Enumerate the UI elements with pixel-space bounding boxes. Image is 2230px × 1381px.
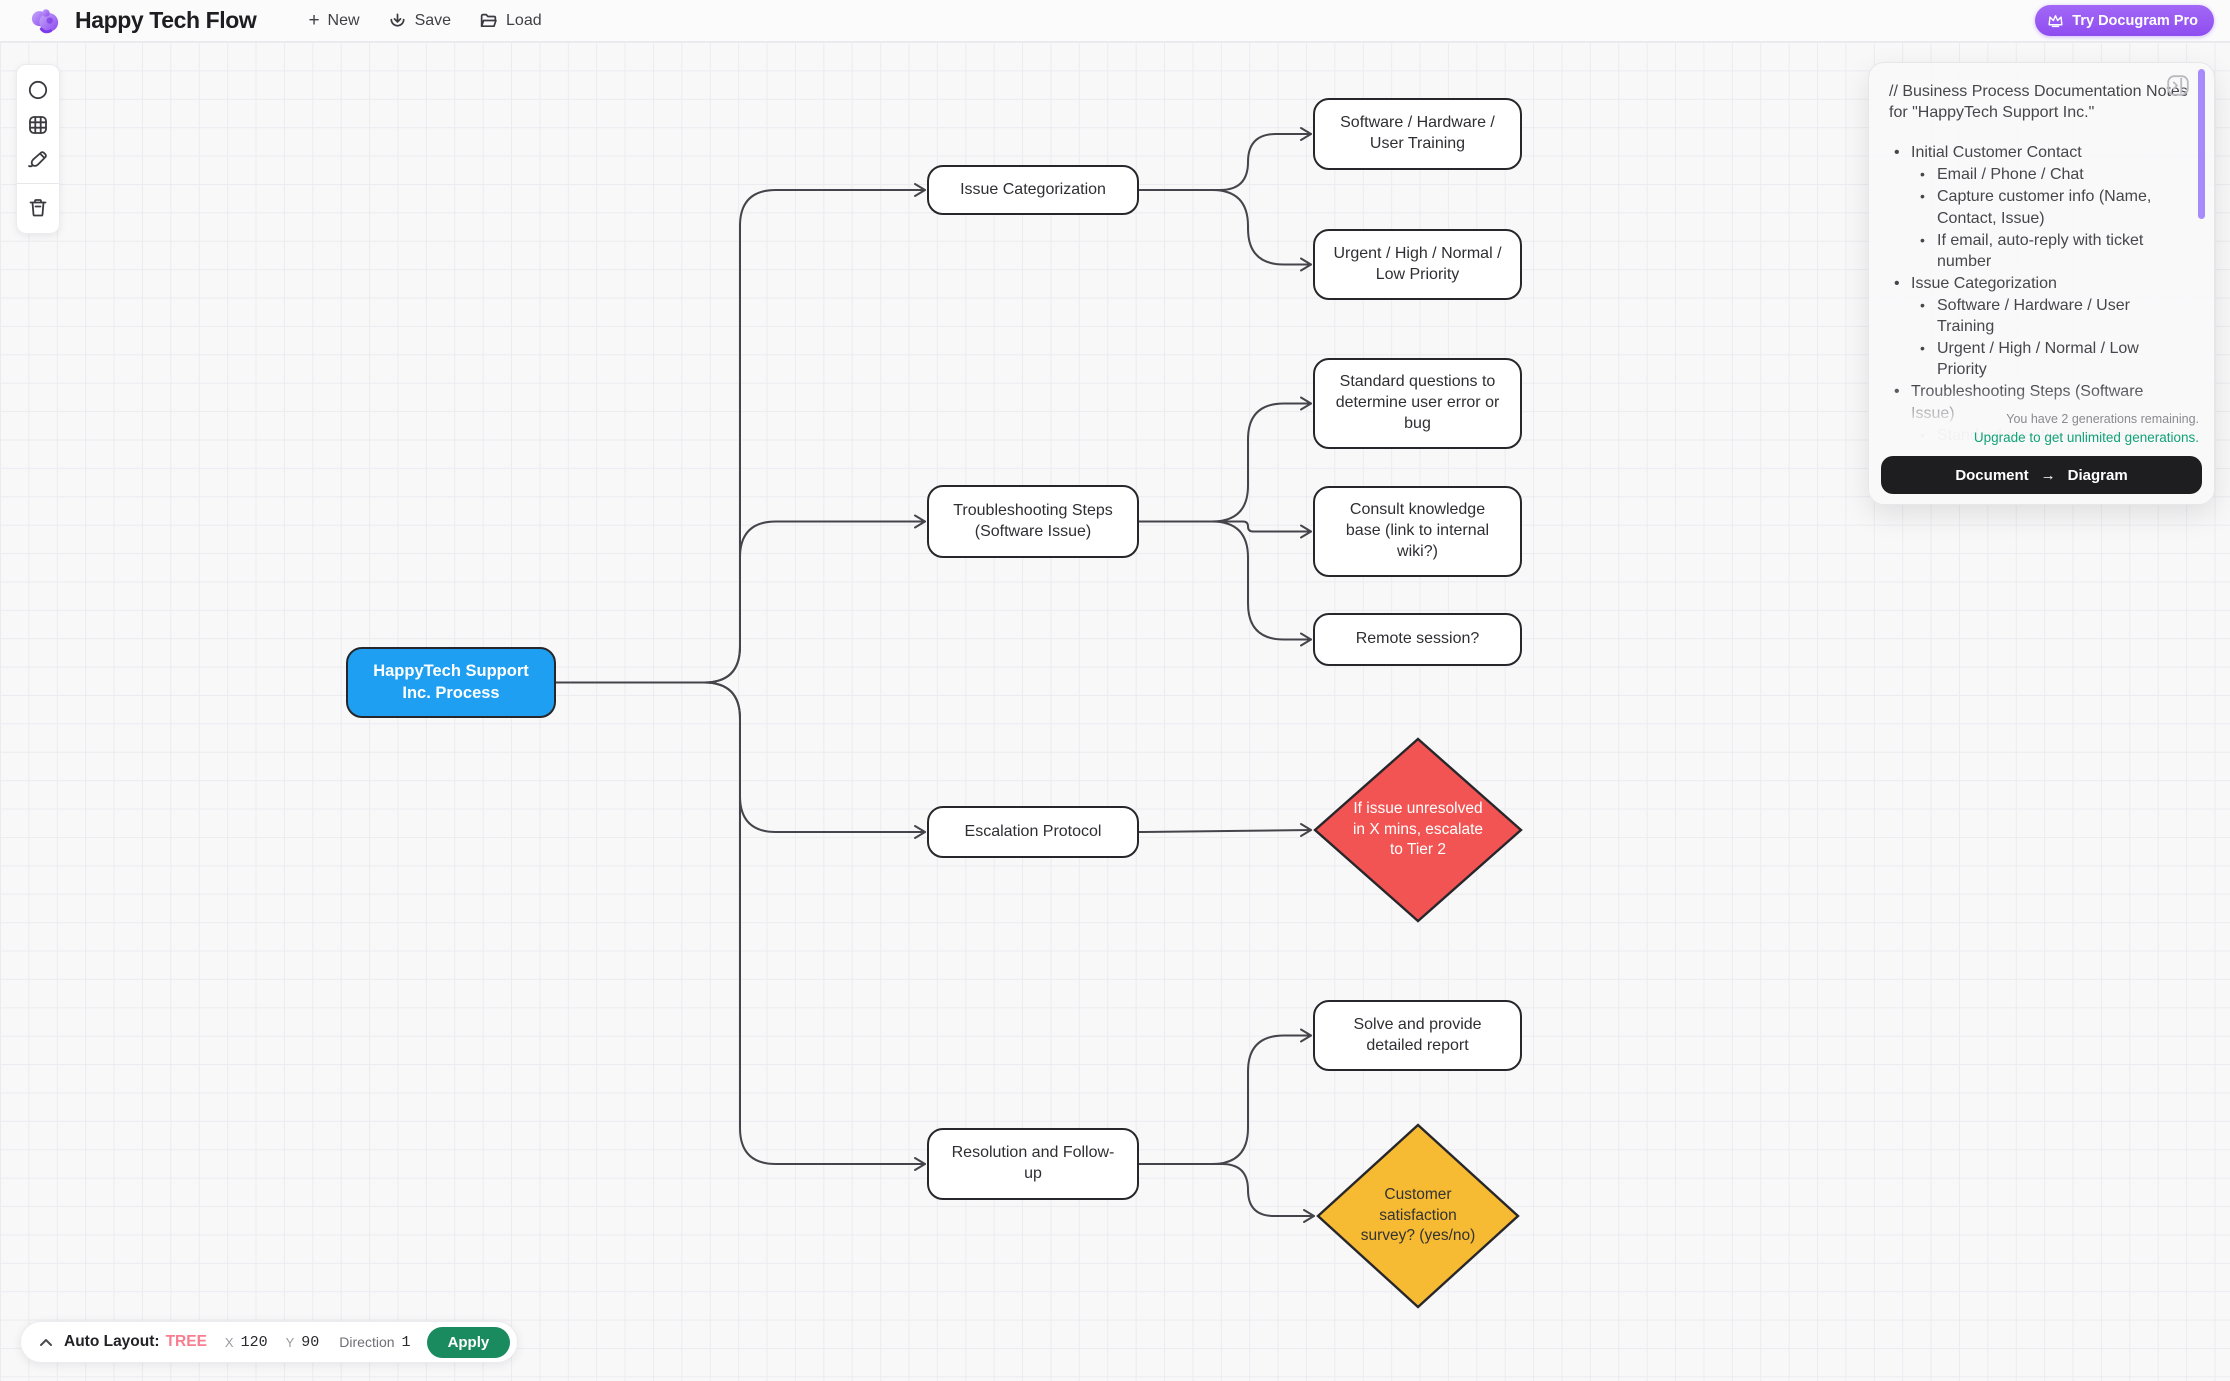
auto-layout-label: Auto Layout:: [64, 1333, 160, 1350]
plus-icon: +: [308, 10, 320, 31]
x-spacing-input[interactable]: 120: [241, 1334, 268, 1351]
notes-sub-bullet-item: • Capture customer info (Name, Contact, I…: [1889, 186, 2188, 228]
app-title: Happy Tech Flow: [75, 7, 257, 33]
app-header: Happy Tech Flow + New Save Load Try Docu…: [0, 0, 2230, 42]
try-pro-label: Try Docugram Pro: [2072, 12, 2198, 29]
notes-sub-bullet-item: • Urgent / High / Normal / Low Priority: [1889, 338, 2188, 380]
upgrade-link[interactable]: Upgrade to get unlimited generations.: [1881, 430, 2199, 445]
new-button[interactable]: + New: [308, 11, 359, 30]
convert-to-label: Diagram: [2067, 466, 2128, 484]
notes-panel: // Business Process Documentation Notes …: [1868, 62, 2215, 505]
node-remote-session[interactable]: Remote session?: [1313, 613, 1522, 666]
node-satisfaction-survey[interactable]: Customer satisfaction survey? (yes/no): [1316, 1123, 1520, 1309]
x-label: X: [224, 1334, 234, 1350]
node-resolution[interactable]: Resolution and Follow-up: [927, 1128, 1139, 1200]
direction-input[interactable]: 1: [402, 1334, 411, 1351]
node-consult-kb[interactable]: Consult knowledge base (link to internal…: [1313, 486, 1522, 577]
grid-icon: [29, 116, 47, 135]
notes-sub-bullet-item: • If email, auto-reply with ticket number: [1889, 230, 2188, 272]
y-spacing-input[interactable]: 90: [301, 1334, 319, 1351]
node-standard-questions[interactable]: Standard questions to determine user err…: [1313, 358, 1522, 449]
bullet-icon: •: [1894, 144, 1900, 162]
arrow-right-icon: →: [2040, 466, 2056, 484]
layout-mode-value[interactable]: TREE: [166, 1333, 207, 1351]
node-escalation[interactable]: Escalation Protocol: [927, 806, 1139, 858]
app-logo-icon: [31, 9, 59, 34]
bullet-icon: •: [1920, 231, 1925, 248]
node-issue-categorization[interactable]: Issue Categorization: [927, 165, 1139, 215]
notes-subitem-label: Urgent / High / Normal / Low Priority: [1937, 340, 2139, 379]
load-button[interactable]: Load: [479, 11, 542, 30]
bullet-icon: •: [1920, 188, 1925, 205]
node-label: If issue unresolved in X mins, escalate …: [1352, 799, 1484, 859]
collapse-panel-button[interactable]: [2167, 75, 2189, 96]
notes-item-label: Initial Customer Contact: [1911, 144, 2082, 162]
auto-layout-bar: Auto Layout: TREE X 120 Y 90 Direction 1…: [20, 1321, 519, 1363]
notes-subitem-label: Capture customer info (Name, Contact, Is…: [1937, 188, 2152, 227]
node-troubleshooting[interactable]: Troubleshooting Steps (Software Issue): [927, 485, 1139, 558]
trash-icon: [29, 198, 47, 217]
circle-icon: [28, 81, 48, 100]
crown-icon: [2048, 15, 2063, 28]
y-label: Y: [285, 1334, 295, 1350]
notes-item-label: Issue Categorization: [1911, 274, 2057, 292]
panel-footer: You have 2 generations remaining. Upgrad…: [1869, 386, 2214, 504]
new-button-label: New: [327, 11, 360, 29]
panel-scrollbar-thumb[interactable]: [2198, 69, 2205, 219]
bullet-icon: •: [1894, 274, 1900, 292]
bullet-icon: •: [1920, 166, 1925, 183]
notes-bullet-item: • Initial Customer Contact: [1889, 142, 2188, 163]
shape-toolbar: [16, 64, 60, 234]
generations-remaining-note: You have 2 generations remaining.: [2006, 412, 2199, 426]
node-solve-report[interactable]: Solve and provide detailed report: [1313, 1000, 1522, 1071]
collapse-layout-bar-button[interactable]: [37, 1338, 55, 1347]
convert-from-label: Document: [1955, 466, 2029, 484]
brush-icon: [28, 151, 47, 168]
notes-title: // Business Process Documentation Notes …: [1889, 83, 2188, 122]
node-root[interactable]: HappyTech Support Inc. Process: [346, 647, 556, 718]
notes-bullet-item: • Issue Categorization: [1889, 273, 2188, 294]
try-pro-button[interactable]: Try Docugram Pro: [2035, 5, 2214, 36]
save-icon: [390, 13, 405, 27]
save-button[interactable]: Save: [388, 11, 451, 30]
circle-tool-button[interactable]: [21, 75, 55, 106]
direction-label: Direction: [339, 1334, 395, 1350]
folder-icon: [480, 13, 497, 28]
notes-sub-bullet-item: • Email / Phone / Chat: [1889, 164, 2188, 185]
toolbar-divider: [17, 183, 59, 185]
chevron-up-icon: [40, 1338, 52, 1346]
node-label: Customer satisfaction survey? (yes/no): [1360, 1185, 1476, 1245]
notes-sub-bullet-item: • Software / Hardware / User Training: [1889, 295, 2188, 337]
bullet-icon: •: [1920, 296, 1925, 313]
grid-tool-button[interactable]: [21, 110, 55, 141]
apply-layout-button[interactable]: Apply: [426, 1326, 511, 1358]
brush-tool-button[interactable]: [21, 145, 55, 176]
bullet-icon: •: [1920, 340, 1925, 357]
node-escalate-tier2[interactable]: If issue unresolved in X mins, escalate …: [1313, 737, 1523, 923]
save-button-label: Save: [414, 11, 452, 29]
load-button-label: Load: [506, 11, 542, 29]
notes-subitem-label: Software / Hardware / User Training: [1937, 296, 2130, 336]
node-priority-levels[interactable]: Urgent / High / Normal / Low Priority: [1313, 229, 1522, 300]
notes-subitem-label: If email, auto-reply with ticket number: [1937, 231, 2144, 270]
notes-subitem-label: Email / Phone / Chat: [1937, 166, 2084, 184]
node-software-hardware-training[interactable]: Software / Hardware / User Training: [1313, 98, 1522, 170]
delete-tool-button[interactable]: [21, 192, 55, 223]
document-to-diagram-button[interactable]: Document → Diagram: [1881, 456, 2202, 494]
